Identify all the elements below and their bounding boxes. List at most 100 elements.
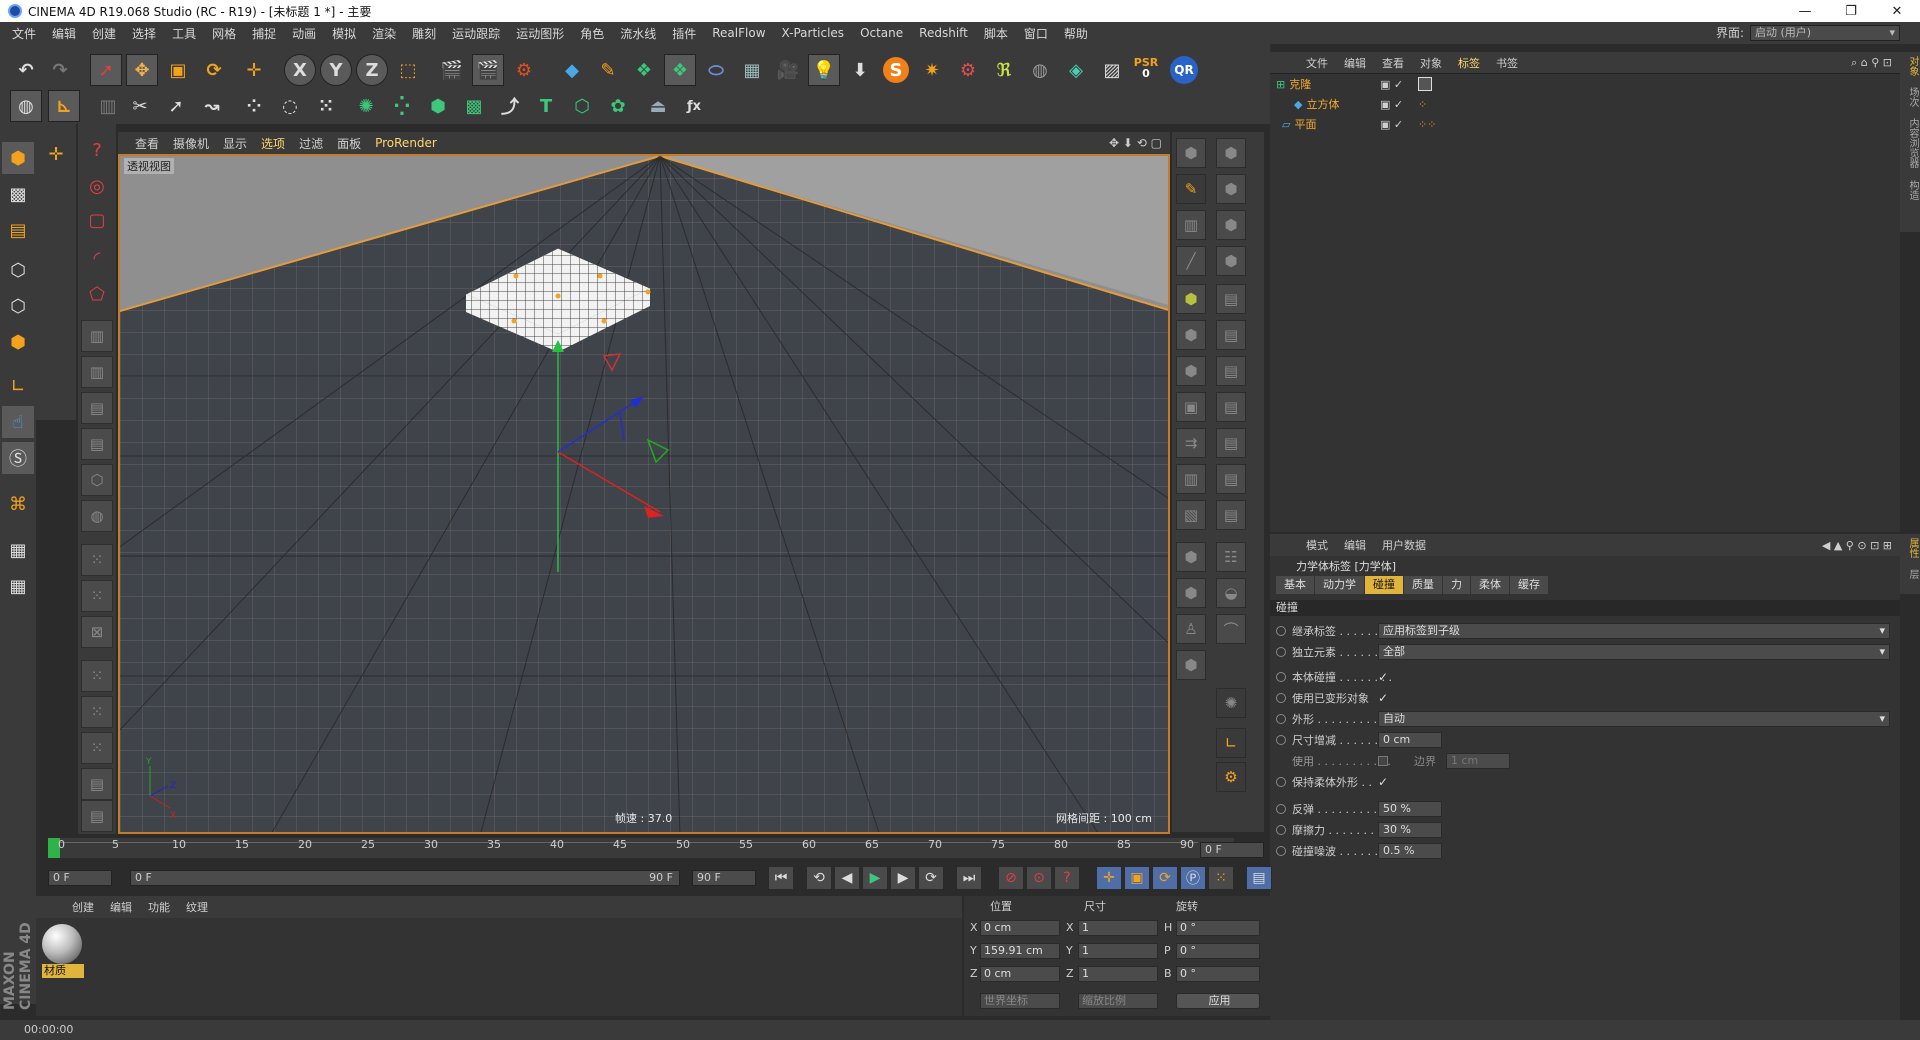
mat-menu-edit[interactable]: 编辑	[102, 899, 140, 915]
material-swatch[interactable]: 材质	[42, 924, 84, 980]
y-axis-lock-button[interactable]: Y	[320, 54, 352, 86]
position-key-icon[interactable]: ✛	[1096, 866, 1122, 890]
auto-key-icon[interactable]: ⊙	[1026, 866, 1052, 890]
om-menu-file[interactable]: 文件	[1298, 55, 1336, 71]
animate-toggle[interactable]	[1276, 734, 1286, 745]
slash-icon[interactable]: ╱	[1176, 246, 1206, 276]
layers-a-icon[interactable]: ▤	[1216, 284, 1246, 314]
workplane-mode-icon[interactable]: ▤	[2, 214, 34, 246]
texture-mode-icon[interactable]: ▩	[2, 178, 34, 210]
effector-icon[interactable]: ⏏	[642, 90, 674, 122]
animate-toggle[interactable]	[1276, 776, 1286, 787]
grid-c-icon[interactable]: ⊠	[81, 616, 113, 648]
scale-mode-dropdown[interactable]: 缩放比例	[1078, 992, 1158, 1009]
minimize-button[interactable]: —	[1782, 0, 1828, 22]
tab-basic[interactable]: 基本	[1276, 576, 1314, 594]
knife-tool-icon[interactable]: ✂	[124, 90, 156, 122]
viewport-menu-filter[interactable]: 过滤	[292, 135, 330, 152]
scale-tool-icon[interactable]: ▣	[162, 54, 194, 86]
side-tab-takes[interactable]: 场次	[1907, 83, 1918, 111]
cube-i-icon[interactable]: ⬢	[1176, 578, 1206, 608]
tab-force[interactable]: 力	[1443, 576, 1470, 594]
object-row-cloner[interactable]: ⊞ 克隆 ▣ ✓	[1270, 74, 1900, 94]
paint-brush-icon[interactable]: ✎	[1176, 174, 1206, 204]
om-search-icons[interactable]: ⌕ ⌂ ⚲ ⊡	[1843, 56, 1900, 70]
download-icon[interactable]: ⬇	[844, 54, 876, 86]
use-checkbox[interactable]	[1378, 755, 1388, 766]
menu-animate[interactable]: 动画	[284, 25, 324, 42]
end-frame-field[interactable]: 90 F	[692, 870, 756, 886]
lasso-select-icon[interactable]: ◜	[81, 242, 113, 274]
x-axis-lock-button[interactable]: X	[284, 54, 316, 86]
bevel-icon[interactable]: ⬡	[81, 464, 113, 496]
hex-gear-icon[interactable]: ⬢	[1176, 284, 1206, 314]
mat-menu-create[interactable]: 创建	[64, 899, 102, 915]
layers-b-icon[interactable]: ▤	[1216, 320, 1246, 350]
layout-dropdown[interactable]: 启动 (用户) ▾	[1750, 24, 1900, 41]
z-axis-lock-button[interactable]: Z	[356, 54, 388, 86]
am-menu-userdata[interactable]: 用户数据	[1374, 537, 1434, 553]
render-settings-icon[interactable]: ⚙	[508, 54, 540, 86]
size-x-field[interactable]: 1	[1078, 919, 1158, 936]
menu-pipeline[interactable]: 流水线	[612, 25, 664, 42]
cube-d-icon[interactable]: ⬢	[1216, 210, 1246, 240]
viewport-menu-options[interactable]: 选项	[254, 135, 292, 152]
grid-points-icon[interactable]: ⁙	[310, 90, 342, 122]
curve-icon[interactable]: ⌒	[1216, 614, 1246, 644]
prev-key-icon[interactable]: ⟲	[806, 866, 832, 890]
tweak-mode-icon[interactable]: ☝	[2, 406, 34, 438]
xparticles-system-icon[interactable]: ⚙	[952, 54, 984, 86]
size-y-field[interactable]: 1	[1078, 942, 1158, 959]
inner-extrude-icon[interactable]: ▤	[81, 428, 113, 460]
tab-soft-body[interactable]: 柔体	[1471, 576, 1509, 594]
size-increment-field[interactable]: 0 cm	[1378, 731, 1442, 748]
viewport-nav-icons[interactable]: ✥ ⬇ ⟲ ▢	[1109, 136, 1162, 150]
mograph-voronoi-icon[interactable]: ⬢	[422, 90, 454, 122]
am-menu-edit[interactable]: 编辑	[1336, 537, 1374, 553]
viewport-menu-view[interactable]: 查看	[128, 135, 166, 152]
side-tab-content-browser[interactable]: 内容浏览器	[1907, 114, 1918, 172]
position-z-field[interactable]: 0 cm	[980, 965, 1060, 982]
subdivision-icon[interactable]: ❖	[628, 54, 660, 86]
animate-toggle[interactable]	[1276, 692, 1286, 703]
grid-d-icon[interactable]: ⁙	[81, 660, 113, 692]
am-menu-mode[interactable]: 模式	[1298, 537, 1336, 553]
self-collision-checkbox[interactable]: ✓	[1378, 670, 1388, 684]
collider-tag-icon[interactable]: ⁘⁘	[1418, 118, 1436, 131]
om-menu-tags[interactable]: 标签	[1450, 55, 1488, 71]
object-row-cube[interactable]: ◆ 立方体 ▣ ✓ ⁘	[1270, 94, 1900, 114]
tab-mass[interactable]: 质量	[1404, 576, 1442, 594]
mograph-random-icon[interactable]: ▩	[458, 90, 490, 122]
extrude-icon[interactable]: ▤	[81, 392, 113, 424]
perspective-viewport[interactable]: Y X Z 透视视图 帧速 : 37.0 网格间距 : 100 cm	[118, 154, 1170, 834]
spline-wrap-icon[interactable]: ✿	[602, 90, 634, 122]
render-view-icon[interactable]: 🎬	[436, 54, 468, 86]
select-circle-icon[interactable]: ◎	[81, 170, 113, 202]
use-deformed-checkbox[interactable]: ✓	[1378, 691, 1388, 705]
cube-gear-icon[interactable]: ⚙	[1216, 762, 1246, 792]
menu-simulate[interactable]: 模拟	[324, 25, 364, 42]
polygons-mode-icon[interactable]: ⬢	[2, 326, 34, 358]
animate-toggle[interactable]	[1276, 625, 1286, 636]
layers-g-icon[interactable]: ▤	[1216, 500, 1246, 530]
circle-points-icon[interactable]: ◌	[274, 90, 306, 122]
layers-f-icon[interactable]: ▤	[1216, 464, 1246, 494]
layers-d-icon[interactable]: ▤	[1216, 392, 1246, 422]
maximize-button[interactable]: ❐	[1828, 0, 1874, 22]
menu-redshift[interactable]: Redshift	[911, 26, 976, 40]
cube-f-icon[interactable]: ⬢	[1176, 320, 1206, 350]
cube-e-icon[interactable]: ⬢	[1216, 246, 1246, 276]
position-y-field[interactable]: 159.91 cm	[980, 942, 1060, 959]
tab-dynamics[interactable]: 动力学	[1315, 576, 1364, 594]
bounce-field[interactable]: 50 %	[1378, 800, 1442, 817]
camera-icon[interactable]: 🎥	[772, 54, 804, 86]
mat-menu-function[interactable]: 功能	[140, 899, 178, 915]
octane-icon[interactable]: ◈	[1060, 54, 1092, 86]
visibility-icon[interactable]: ▣ ✓	[1380, 78, 1403, 91]
rect-select-icon[interactable]: ▢	[81, 204, 113, 236]
apply-button[interactable]: 应用	[1176, 992, 1260, 1009]
timeline-ruler[interactable]: 0 5 10 15 20 25 30 35 40 45 50 55 60 65 …	[48, 838, 1234, 858]
mograph-fracture-icon[interactable]: ✺	[350, 90, 382, 122]
om-menu-view[interactable]: 查看	[1374, 55, 1412, 71]
side-tab-layers[interactable]: 层	[1907, 565, 1918, 583]
